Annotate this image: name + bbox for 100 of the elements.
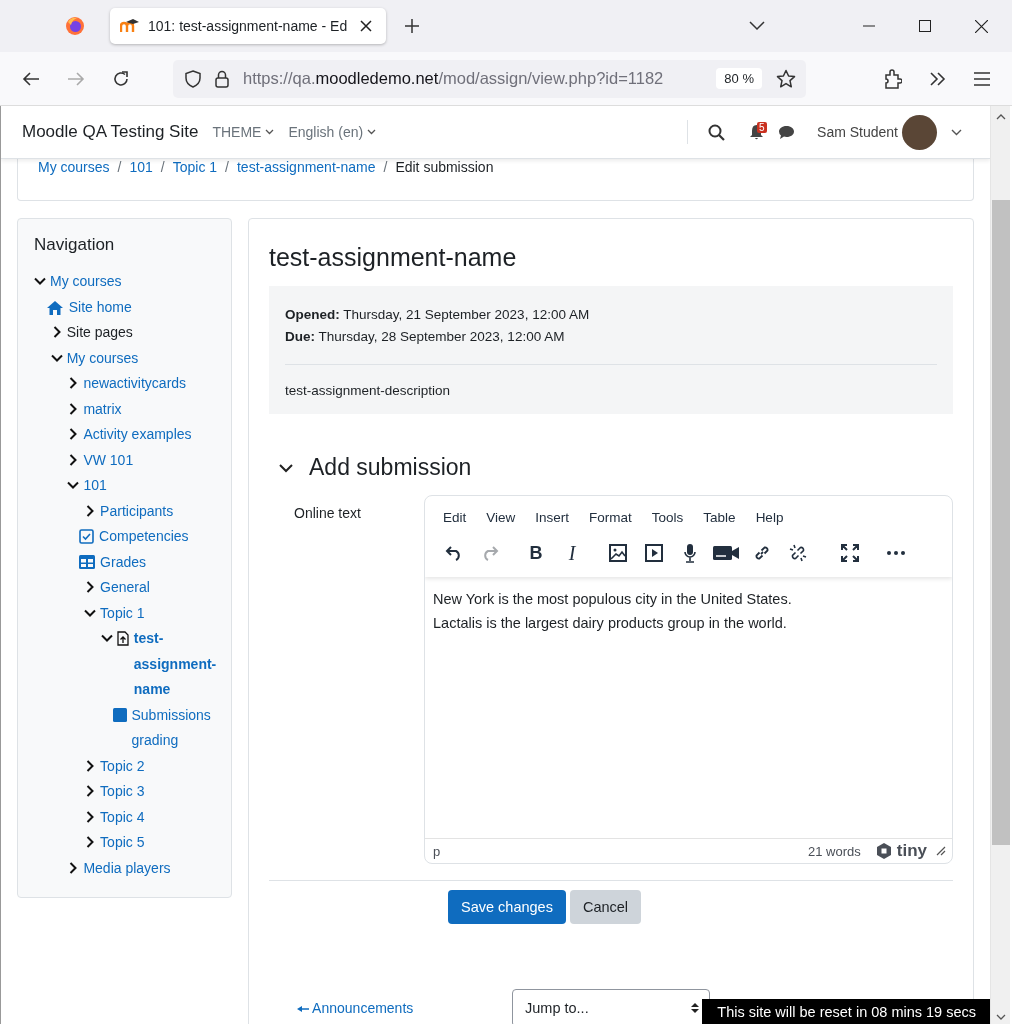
date-line: Opened: Thursday, 21 September 2023, 12:00 AM (285, 306, 591, 324)
navigation-title: Navigation (34, 235, 116, 255)
puzzle-icon[interactable] (884, 68, 902, 89)
tiny-logo-icon[interactable] (875, 843, 892, 859)
date-line: Due: Thursday, 28 September 2023, 12:00 AM (285, 328, 566, 346)
element-path[interactable]: p (433, 843, 441, 859)
moodle-logo-icon (120, 19, 140, 33)
chevron-down-icon[interactable] (67, 479, 80, 491)
firefox-icon[interactable] (65, 16, 85, 36)
navigation-link[interactable]: My courses (66, 345, 139, 371)
navigation-link[interactable]: Topic 5 (100, 830, 145, 856)
double-chevron-icon[interactable] (929, 71, 947, 86)
search-icon[interactable] (708, 123, 726, 141)
word-count[interactable]: 21 words (808, 843, 861, 859)
chevron-down-icon[interactable] (100, 632, 113, 644)
arrow-icon[interactable] (297, 1005, 309, 1013)
editor-menu[interactable]: Insert (527, 504, 578, 531)
navigation-link[interactable]: Participants (100, 498, 174, 524)
editor-menu[interactable]: Tools (643, 504, 692, 531)
breadcrumb-separator: / (117, 159, 122, 175)
cancel-button[interactable]: Cancel (569, 890, 642, 924)
close-icon[interactable] (360, 20, 372, 32)
browser-tab[interactable]: 101: test-assignment-name - Ed (110, 8, 386, 44)
menu-icon[interactable] (974, 71, 990, 86)
shield-icon (185, 69, 201, 88)
navigation-link[interactable]: General (100, 575, 150, 601)
avatar[interactable] (902, 114, 937, 150)
navigation-link[interactable]: Media players (83, 855, 171, 881)
breadcrumb-link[interactable]: test-assignment-name (236, 159, 376, 175)
close-icon[interactable] (975, 19, 988, 33)
navigation-link[interactable]: Topic 2 (100, 753, 145, 779)
chevron-down-icon[interactable] (34, 275, 46, 287)
navigation-link[interactable]: Site home (68, 294, 132, 320)
navigation-link[interactable]: Grades (100, 549, 146, 575)
navigation-link[interactable]: My courses (50, 269, 122, 295)
navigation-link[interactable]: Topic 3 (100, 779, 145, 805)
zoom-level-badge[interactable]: 80 % (716, 68, 762, 89)
table-icon (79, 554, 96, 569)
dropdown-menu[interactable]: THEME (212, 124, 275, 140)
breadcrumb-link[interactable]: Topic 1 (172, 159, 218, 175)
scroll-up-icon[interactable] (995, 114, 1006, 120)
navigation-link[interactable]: test-assignment-name (133, 626, 217, 703)
navigation-link[interactable]: VW 101 (83, 447, 134, 473)
file-upload-icon (116, 631, 129, 646)
caret-icon[interactable] (265, 129, 275, 135)
chat-bubble-icon[interactable] (778, 124, 796, 140)
editor-menu[interactable]: View (478, 504, 524, 531)
scrollbar[interactable] (990, 106, 1010, 1024)
navigation-link[interactable]: Site pages (66, 320, 133, 346)
editor-menu[interactable]: Table (695, 504, 744, 531)
save-button[interactable]: Save changes (448, 890, 566, 924)
resize-handle-icon[interactable] (936, 846, 946, 856)
breadcrumb-link[interactable]: 101 (129, 159, 153, 175)
notification-count: 5 (757, 122, 767, 133)
url-text: https://qa.moodledemo.net/mod/assign/view.php?id=1182 (243, 69, 665, 88)
square-icon (112, 707, 127, 722)
navigation-link[interactable]: 101 (83, 473, 107, 499)
new-tab-icon[interactable] (404, 18, 420, 34)
navigation-link[interactable]: matrix (83, 396, 122, 422)
address-bar[interactable]: https://qa.moodledemo.net/mod/assign/view.php?id=1182 80 % (173, 59, 806, 98)
tiny-brand-text[interactable]: tiny (896, 841, 927, 861)
breadcrumb-separator: / (225, 159, 229, 175)
text-editor[interactable]: Edit View Insert Format Tools Table Help B I New York is the most populous city in the United States. Lactalis is the largest dairy products group in the world. p 21 words tiny (424, 495, 953, 864)
navigation-link[interactable]: Activity examples (83, 422, 192, 448)
user-name[interactable]: Sam Student (817, 124, 898, 140)
breadcrumb-current: Edit submission (395, 159, 494, 175)
caret-icon[interactable] (951, 128, 962, 136)
italic-button[interactable]: I (559, 539, 585, 567)
chevron-down-icon[interactable] (278, 461, 294, 474)
navigation-link[interactable]: Topic 1 (100, 600, 145, 626)
dropdown-menu[interactable]: English (en) (288, 124, 377, 140)
navigation-link[interactable]: Topic 4 (100, 804, 145, 830)
chevron-down-icon[interactable] (749, 21, 765, 31)
checkbox-icon (79, 529, 95, 544)
star-icon[interactable] (776, 68, 796, 89)
editor-menu[interactable]: Format (581, 504, 640, 531)
editor-menu[interactable]: Edit (435, 504, 475, 531)
navigation-link[interactable]: Submissions grading (131, 702, 215, 754)
editor-paragraph: Lactalis is the largest dairy products group in the world. (433, 614, 788, 633)
editor-menu[interactable]: Help (747, 504, 792, 531)
caret-icon[interactable] (367, 129, 377, 135)
page-title: test-assignment-name (269, 243, 518, 272)
scroll-down-icon[interactable] (995, 1014, 1006, 1020)
field-label: Online text (293, 504, 362, 523)
bold-button[interactable]: B (523, 539, 549, 567)
navigation-link[interactable]: Competencies (99, 524, 189, 550)
reset-notice: This site will be reset in 08 mins 19 secs (702, 999, 990, 1024)
previous-activity-link[interactable]: Announcements (297, 1000, 512, 1016)
assignment-description: test-assignment-description (285, 383, 452, 398)
editor-paragraph: New York is the most populous city in the United States. (433, 590, 793, 609)
navigation-link[interactable]: newactivitycards (83, 371, 187, 397)
home-icon (45, 299, 64, 316)
breadcrumb-link[interactable]: My courses (38, 159, 110, 175)
breadcrumb-separator: / (160, 159, 165, 175)
site-name[interactable]: Moodle QA Testing Site (22, 122, 199, 142)
reload-icon[interactable] (112, 69, 130, 88)
back-arrow-icon[interactable] (22, 70, 40, 87)
maximize-icon[interactable] (919, 20, 931, 32)
updown-caret-icon[interactable] (691, 1002, 699, 1014)
lock-icon (215, 69, 229, 88)
